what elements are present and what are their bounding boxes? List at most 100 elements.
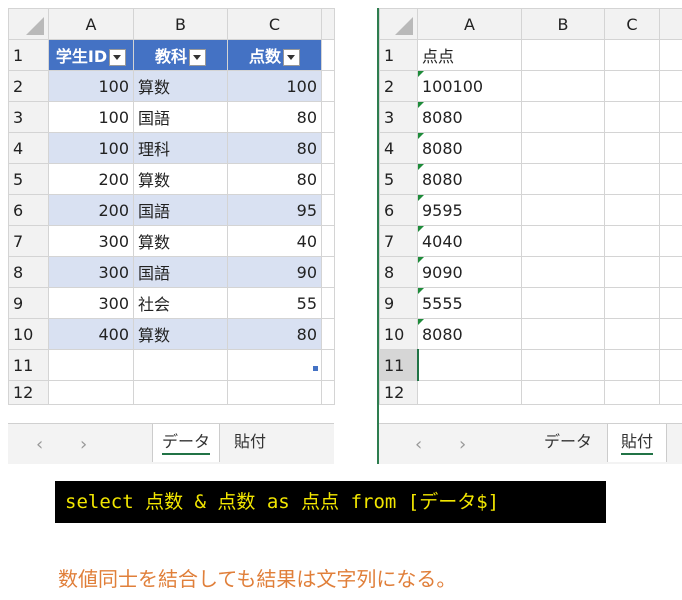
row-header[interactable]: 1	[8, 39, 49, 71]
row-header[interactable]: 11	[8, 349, 49, 381]
cell-text-number[interactable]: 9595	[417, 194, 522, 226]
row-header[interactable]: 7	[379, 225, 418, 257]
tab-data[interactable]: データ	[152, 424, 220, 462]
row-header[interactable]: 8	[379, 256, 418, 288]
right-spreadsheet: A B C 1 点点 2 100100 3 8080 4 8080 5 8080 6 959…	[379, 8, 682, 464]
row-header[interactable]: 2	[379, 70, 418, 102]
row-header[interactable]: 10	[379, 318, 418, 350]
row-header[interactable]: 4	[8, 132, 49, 164]
filter-dropdown-icon[interactable]	[109, 49, 127, 66]
row-header[interactable]: 5	[8, 163, 49, 195]
table-resize-handle[interactable]	[313, 366, 318, 371]
cell-subject[interactable]: 算数	[133, 318, 228, 350]
cell-subject[interactable]: 社会	[133, 287, 228, 319]
sheet-tab-bar: ‹ › データ 貼付	[8, 423, 334, 464]
cell-text-number[interactable]: 8080	[417, 132, 522, 164]
cell-score[interactable]: 80	[227, 163, 322, 195]
tab-data[interactable]: データ	[535, 424, 601, 462]
cell-subject[interactable]: 国語	[133, 256, 228, 288]
cell-text-number[interactable]: 8080	[417, 163, 522, 195]
empty-cell[interactable]	[227, 349, 322, 381]
cell-student-id[interactable]: 200	[48, 194, 134, 226]
sql-code-box: select 点数 & 点数 as 点点 from [データ$]	[55, 481, 606, 523]
cell-text-number[interactable]: 8080	[417, 101, 522, 133]
empty-cell[interactable]	[417, 380, 522, 405]
row-header[interactable]: 12	[8, 380, 49, 405]
empty-cell[interactable]	[133, 349, 228, 381]
row-header[interactable]: 7	[8, 225, 49, 257]
next-sheet-icon[interactable]: ›	[459, 434, 466, 455]
cell-student-id[interactable]: 200	[48, 163, 134, 195]
cell-student-id[interactable]: 300	[48, 256, 134, 288]
row-header[interactable]: 3	[8, 101, 49, 133]
cell-text-number[interactable]: 5555	[417, 287, 522, 319]
row-header[interactable]: 12	[379, 380, 418, 405]
column-header-a[interactable]: A	[48, 8, 134, 40]
cell-text-number[interactable]: 8080	[417, 318, 522, 350]
table-header-student-id[interactable]: 学生ID	[48, 39, 134, 71]
prev-sheet-icon[interactable]: ‹	[415, 434, 422, 455]
row-header[interactable]: 6	[8, 194, 49, 226]
cell-student-id[interactable]: 100	[48, 132, 134, 164]
table-header-subject[interactable]: 教科	[133, 39, 228, 71]
cell-score[interactable]: 40	[227, 225, 322, 257]
cell-score[interactable]: 80	[227, 101, 322, 133]
column-header-overflow	[321, 8, 335, 40]
cell-student-id[interactable]: 100	[48, 101, 134, 133]
left-spreadsheet: A B C 1 学生ID 教科 点数 2 100 算数 100 3 100 国語…	[8, 8, 335, 464]
column-header-a[interactable]: A	[417, 8, 522, 40]
select-all-corner[interactable]	[8, 8, 49, 40]
row-header[interactable]: 5	[379, 163, 418, 195]
cell-score[interactable]: 100	[227, 70, 322, 102]
column-header-c[interactable]: C	[227, 8, 322, 40]
cell-a1[interactable]: 点点	[417, 39, 522, 71]
row-header[interactable]: 1	[379, 39, 418, 71]
column-header-b[interactable]: B	[521, 8, 605, 40]
tab-paste[interactable]: 貼付	[607, 424, 667, 462]
empty-cell[interactable]	[417, 349, 522, 381]
cell-subject[interactable]: 算数	[133, 70, 228, 102]
filter-dropdown-icon[interactable]	[189, 49, 206, 66]
cell-student-id[interactable]: 300	[48, 225, 134, 257]
cell-student-id[interactable]: 400	[48, 318, 134, 350]
cell-score[interactable]: 80	[227, 318, 322, 350]
row-header[interactable]: 3	[379, 101, 418, 133]
empty-cell[interactable]	[227, 380, 322, 405]
cell-student-id[interactable]: 300	[48, 287, 134, 319]
row-header[interactable]: 9	[8, 287, 49, 319]
empty-cell[interactable]	[133, 380, 228, 405]
row-header[interactable]: 10	[8, 318, 49, 350]
cell-score[interactable]: 80	[227, 132, 322, 164]
prev-sheet-icon[interactable]: ‹	[36, 434, 43, 455]
row-header[interactable]: 8	[8, 256, 49, 288]
row-header[interactable]: 6	[379, 194, 418, 226]
next-sheet-icon[interactable]: ›	[80, 434, 87, 455]
cell-subject[interactable]: 算数	[133, 163, 228, 195]
cell-text-number[interactable]: 4040	[417, 225, 522, 257]
filter-dropdown-icon[interactable]	[283, 49, 300, 66]
cell-subject[interactable]: 国語	[133, 194, 228, 226]
left-grid: A B C 1 学生ID 教科 点数 2 100 算数 100 3 100 国語…	[8, 8, 335, 405]
row-header-selected[interactable]: 11	[379, 349, 419, 381]
table-header-score[interactable]: 点数	[227, 39, 322, 71]
cell-student-id[interactable]: 100	[48, 70, 134, 102]
row-header[interactable]: 9	[379, 287, 418, 319]
cell-score[interactable]: 90	[227, 256, 322, 288]
cell-text-number[interactable]: 100100	[417, 70, 522, 102]
tab-paste[interactable]: 貼付	[220, 424, 280, 462]
row-header[interactable]: 4	[379, 132, 418, 164]
column-header-b[interactable]: B	[133, 8, 228, 40]
cell-text-number[interactable]: 9090	[417, 256, 522, 288]
cell-subject[interactable]: 理科	[133, 132, 228, 164]
right-grid: A B C 1 点点 2 100100 3 8080 4 8080 5 8080 6 959…	[379, 8, 682, 405]
sheet-tab-bar: ‹ › データ 貼付	[379, 423, 682, 464]
cell-score[interactable]: 95	[227, 194, 322, 226]
empty-cell[interactable]	[48, 349, 134, 381]
cell-score[interactable]: 55	[227, 287, 322, 319]
select-all-corner[interactable]	[379, 8, 418, 40]
row-header[interactable]: 2	[8, 70, 49, 102]
cell-subject[interactable]: 国語	[133, 101, 228, 133]
column-header-c[interactable]: C	[604, 8, 660, 40]
cell-subject[interactable]: 算数	[133, 225, 228, 257]
empty-cell[interactable]	[48, 380, 134, 405]
